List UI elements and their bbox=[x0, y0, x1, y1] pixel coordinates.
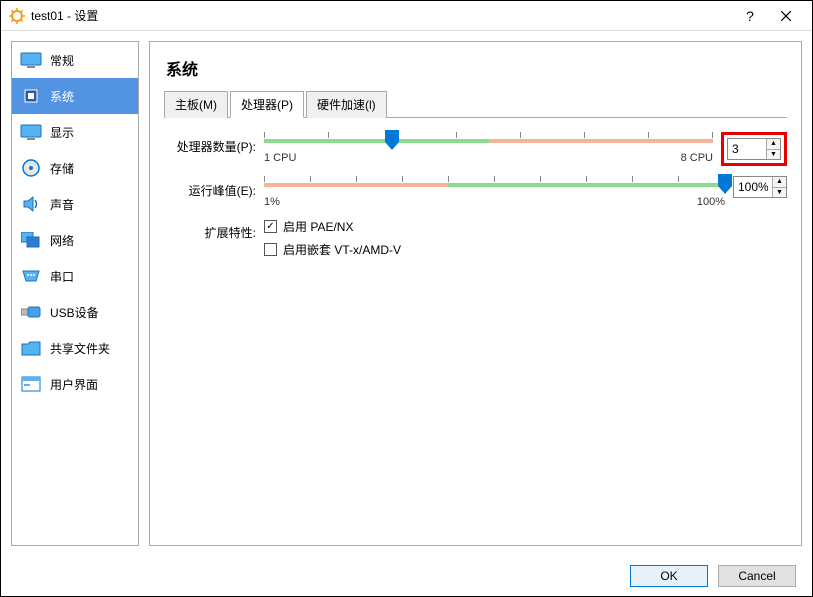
tab-bar: 主板(M) 处理器(P) 硬件加速(l) bbox=[164, 90, 787, 118]
folder-icon bbox=[20, 339, 42, 357]
sidebar-item-serial[interactable]: 串口 bbox=[12, 258, 138, 294]
titlebar: test01 - 设置 ? bbox=[1, 1, 812, 31]
display-icon bbox=[20, 123, 42, 141]
cpu-count-highlight: ▲ ▼ bbox=[721, 132, 787, 166]
cpu-count-spinner[interactable]: ▲ ▼ bbox=[727, 138, 781, 160]
processor-pane: 处理器数量(P): bbox=[164, 118, 787, 288]
cpu-min-label: 1 CPU bbox=[264, 152, 296, 164]
tab-motherboard[interactable]: 主板(M) bbox=[164, 91, 228, 118]
sidebar-item-display[interactable]: 显示 bbox=[12, 114, 138, 150]
exec-cap-label: 运行峰值(E): bbox=[164, 176, 264, 199]
spin-up-button[interactable]: ▲ bbox=[767, 139, 780, 149]
footer: OK Cancel bbox=[1, 556, 812, 596]
cap-max-label: 100% bbox=[697, 196, 725, 208]
sidebar: 常规 系统 显示 存储 声音 网络 bbox=[11, 41, 139, 546]
ok-button[interactable]: OK bbox=[630, 565, 708, 587]
cap-min-label: 1% bbox=[264, 196, 280, 208]
sidebar-item-label: 共享文件夹 bbox=[50, 340, 110, 357]
window-title: test01 - 设置 bbox=[31, 7, 732, 24]
pae-label: 启用 PAE/NX bbox=[283, 218, 353, 235]
sidebar-item-label: USB设备 bbox=[50, 304, 99, 321]
sidebar-item-audio[interactable]: 声音 bbox=[12, 186, 138, 222]
checkbox-icon: ✓ bbox=[264, 220, 277, 233]
app-icon bbox=[9, 8, 25, 24]
speaker-icon bbox=[20, 195, 42, 213]
monitor-icon bbox=[20, 51, 42, 69]
cpu-count-input[interactable] bbox=[728, 140, 766, 158]
tab-acceleration[interactable]: 硬件加速(l) bbox=[306, 91, 387, 118]
sidebar-item-label: 常规 bbox=[50, 52, 74, 69]
extended-label: 扩展特性: bbox=[164, 218, 264, 241]
cancel-button[interactable]: Cancel bbox=[718, 565, 796, 587]
exec-cap-input[interactable] bbox=[734, 178, 772, 196]
sidebar-item-storage[interactable]: 存储 bbox=[12, 150, 138, 186]
sidebar-item-usb[interactable]: USB设备 bbox=[12, 294, 138, 330]
disk-icon bbox=[20, 159, 42, 177]
extended-row: 扩展特性: ✓ 启用 PAE/NX 启用嵌套 VT-x/AMD-V bbox=[164, 218, 787, 264]
cpu-count-row: 处理器数量(P): bbox=[164, 132, 787, 166]
exec-cap-slider[interactable]: 1% 100% bbox=[264, 176, 725, 208]
help-button[interactable]: ? bbox=[732, 2, 768, 30]
slider-thumb[interactable] bbox=[385, 130, 399, 150]
sidebar-item-label: 显示 bbox=[50, 124, 74, 141]
serial-icon bbox=[20, 267, 42, 285]
checkbox-icon bbox=[264, 243, 277, 256]
cpu-max-label: 8 CPU bbox=[681, 152, 713, 164]
spin-up-button[interactable]: ▲ bbox=[773, 177, 786, 187]
ui-icon bbox=[20, 375, 42, 393]
chip-icon bbox=[20, 87, 42, 105]
sidebar-item-network[interactable]: 网络 bbox=[12, 222, 138, 258]
cpu-count-label: 处理器数量(P): bbox=[164, 132, 264, 155]
body: 常规 系统 显示 存储 声音 网络 bbox=[1, 31, 812, 556]
sidebar-item-system[interactable]: 系统 bbox=[12, 78, 138, 114]
slider-thumb[interactable] bbox=[718, 174, 732, 194]
close-button[interactable] bbox=[768, 2, 804, 30]
spin-down-button[interactable]: ▼ bbox=[767, 149, 780, 160]
usb-icon bbox=[20, 303, 42, 321]
exec-cap-spinner[interactable]: ▲ ▼ bbox=[733, 176, 787, 198]
sidebar-item-label: 用户界面 bbox=[50, 376, 98, 393]
network-icon bbox=[20, 231, 42, 249]
tab-processor[interactable]: 处理器(P) bbox=[230, 91, 304, 118]
nested-checkbox-row[interactable]: 启用嵌套 VT-x/AMD-V bbox=[264, 241, 401, 258]
settings-window: test01 - 设置 ? 常规 系统 显示 存储 bbox=[0, 0, 813, 597]
sidebar-item-label: 系统 bbox=[50, 88, 74, 105]
sidebar-item-label: 网络 bbox=[50, 232, 74, 249]
sidebar-item-label: 声音 bbox=[50, 196, 74, 213]
spin-down-button[interactable]: ▼ bbox=[773, 187, 786, 198]
cpu-count-slider[interactable]: 1 CPU 8 CPU bbox=[264, 132, 713, 164]
sidebar-item-label: 串口 bbox=[50, 268, 74, 285]
sidebar-item-ui[interactable]: 用户界面 bbox=[12, 366, 138, 402]
sidebar-item-label: 存储 bbox=[50, 160, 74, 177]
pae-checkbox-row[interactable]: ✓ 启用 PAE/NX bbox=[264, 218, 353, 235]
sidebar-item-general[interactable]: 常规 bbox=[12, 42, 138, 78]
sidebar-item-shared[interactable]: 共享文件夹 bbox=[12, 330, 138, 366]
nested-label: 启用嵌套 VT-x/AMD-V bbox=[283, 241, 401, 258]
content-pane: 系统 主板(M) 处理器(P) 硬件加速(l) 处理器数量(P): bbox=[149, 41, 802, 546]
page-title: 系统 bbox=[164, 50, 787, 90]
exec-cap-row: 运行峰值(E): bbox=[164, 176, 787, 208]
